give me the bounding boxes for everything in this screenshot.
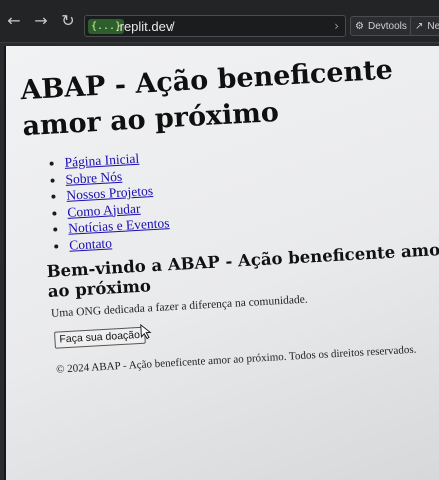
footer-text: © 2024 ABAP - Ação beneficente amor ao p… <box>55 343 417 376</box>
reload-icon[interactable]: ↻ <box>58 11 78 31</box>
site-nav: Página Inicial Sobre Nós Nossos Projetos… <box>52 149 171 254</box>
devtools-button[interactable]: ⚙ Devtools <box>350 16 414 36</box>
address-bar[interactable]: {...} .replit.dev / › <box>84 15 346 37</box>
nav-link-home[interactable]: Página Inicial <box>64 151 139 170</box>
devtools-label: Devtools <box>367 21 407 32</box>
nav-link-contact[interactable]: Contato <box>69 235 113 252</box>
url-path: / <box>171 19 175 34</box>
new-tab-button[interactable]: ↗Nev <box>410 16 439 36</box>
forward-icon[interactable]: → <box>31 11 51 31</box>
nav-link-about[interactable]: Sobre Nós <box>65 168 122 186</box>
url-domain: .replit.dev <box>116 19 173 34</box>
browser-toolbar: ← → ↻ {...} .replit.dev / › ⚙ Devtools ↗ N… <box>0 0 439 43</box>
page-title: ABAP - Ação beneficente amor ao próximo <box>19 54 394 143</box>
back-icon[interactable]: ← <box>4 11 24 31</box>
donate-button[interactable]: Faça sua doação <box>54 326 146 349</box>
page-content: ABAP - Ação beneficente amor ao próximo … <box>6 46 439 480</box>
page-viewport: ABAP - Ação beneficente amor ao próximo … <box>4 46 439 480</box>
new-tab-label: Nev <box>427 21 439 32</box>
external-link-icon: ↗ <box>415 21 424 32</box>
wrench-icon: ⚙ <box>355 21 364 32</box>
go-arrow-icon[interactable]: › <box>334 18 339 35</box>
